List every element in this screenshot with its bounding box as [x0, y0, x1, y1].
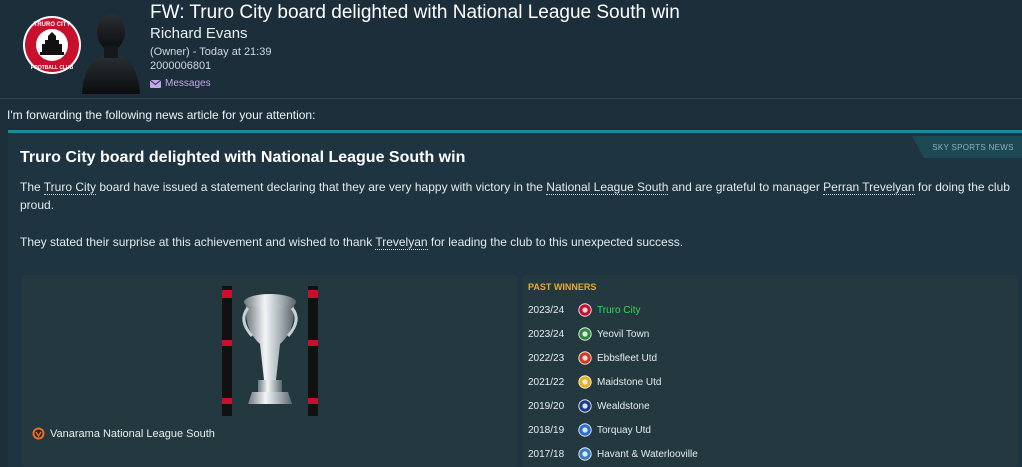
league-link[interactable]: National League South: [546, 180, 669, 195]
winner-team-link[interactable]: Havant & Waterlooville: [597, 449, 698, 460]
p2-text-a: They stated their surprise at this achie…: [20, 235, 376, 249]
sender-id: 2000006801: [150, 60, 212, 72]
winner-season: 2023/24: [528, 328, 565, 340]
sender-meta: (Owner) - Today at 21:39: [150, 46, 272, 58]
club-badge[interactable]: TRURO CITY FOOTBALL CLUB: [22, 14, 82, 76]
past-winners-panel: PAST WINNERS 2023/24 Truro City 2023/24 Yeo…: [522, 275, 1018, 467]
club-crest-icon: [578, 447, 592, 461]
competition-logo-icon: [32, 427, 45, 440]
news-source-tag: SKY SPORTS NEWS: [912, 136, 1022, 158]
forward-text: I'm forwarding the following news articl…: [7, 108, 316, 122]
article-headline: Truro City board delighted with National…: [20, 149, 466, 166]
club-crest-icon: [578, 399, 592, 413]
messages-link-label: Messages: [165, 78, 211, 89]
message-header: TRURO CITY FOOTBALL CLUB FW: Truro City …: [0, 0, 1022, 98]
trophy-panel: Vanarama National League South: [22, 275, 518, 467]
winner-season: 2022/23: [528, 352, 565, 364]
winner-team-link[interactable]: Wealdstone: [597, 401, 650, 412]
envelope-icon: [150, 79, 161, 88]
manager-link[interactable]: Perran Trevelyan: [823, 180, 915, 195]
past-winner-row: 2017/18 Havant & Waterlooville: [528, 445, 698, 463]
article-paragraph-2: They stated their surprise at this achie…: [20, 233, 1018, 251]
past-winner-row: 2023/24 Yeovil Town: [528, 325, 649, 343]
club-crest-icon: [578, 303, 592, 317]
winner-team-link[interactable]: Yeovil Town: [597, 329, 649, 340]
past-winner-row: 2019/20 Wealdstone: [528, 397, 650, 415]
trophy-image[interactable]: [208, 280, 332, 420]
badge-text-bottom: FOOTBALL CLUB: [31, 65, 74, 71]
header-divider: [0, 98, 1022, 99]
club-crest-icon: [578, 423, 592, 437]
article-paragraph-1: The Truro City board have issued a state…: [20, 178, 1018, 214]
winner-team-link[interactable]: Torquay Utd: [597, 425, 651, 436]
p1-text-b: board have issued a statement declaring …: [96, 180, 547, 194]
club-crest-icon: [578, 327, 592, 341]
p1-text-c: and are grateful to manager: [668, 180, 824, 194]
p2-text-b: for leading the club to this unexpected …: [427, 235, 684, 249]
winner-team-link[interactable]: Ebbsfleet Utd: [597, 353, 657, 364]
club-crest-icon: [578, 375, 592, 389]
messages-link[interactable]: Messages: [150, 78, 211, 89]
sender-name[interactable]: Richard Evans: [150, 25, 248, 42]
past-winner-row: 2022/23 Ebbsfleet Utd: [528, 349, 657, 367]
p1-text-a: The: [20, 180, 44, 194]
winner-season: 2019/20: [528, 400, 565, 412]
winner-season: 2018/19: [528, 424, 565, 436]
past-winner-row: 2023/24 Truro City: [528, 301, 641, 319]
news-article: SKY SPORTS NEWS Truro City board delight…: [8, 130, 1022, 467]
winner-season: 2021/22: [528, 376, 565, 388]
club-crest-icon: [578, 351, 592, 365]
winner-team-link[interactable]: Maidstone Utd: [597, 377, 661, 388]
past-winner-row: 2021/22 Maidstone Utd: [528, 373, 661, 391]
badge-text-top: TRURO CITY: [34, 22, 71, 28]
past-winners-title: PAST WINNERS: [528, 282, 597, 292]
club-link[interactable]: Truro City: [43, 180, 97, 195]
message-title: FW: Truro City board delighted with Nati…: [150, 2, 680, 23]
winner-team-link[interactable]: Truro City: [597, 305, 641, 316]
avatar[interactable]: [78, 4, 142, 94]
winner-season: 2017/18: [528, 448, 565, 460]
manager-link-2[interactable]: Trevelyan: [375, 235, 428, 250]
winner-season: 2023/24: [528, 304, 565, 316]
competition-link[interactable]: Vanarama National League South: [32, 427, 215, 440]
past-winner-row: 2018/19 Torquay Utd: [528, 421, 651, 439]
competition-name: Vanarama National League South: [50, 427, 215, 440]
